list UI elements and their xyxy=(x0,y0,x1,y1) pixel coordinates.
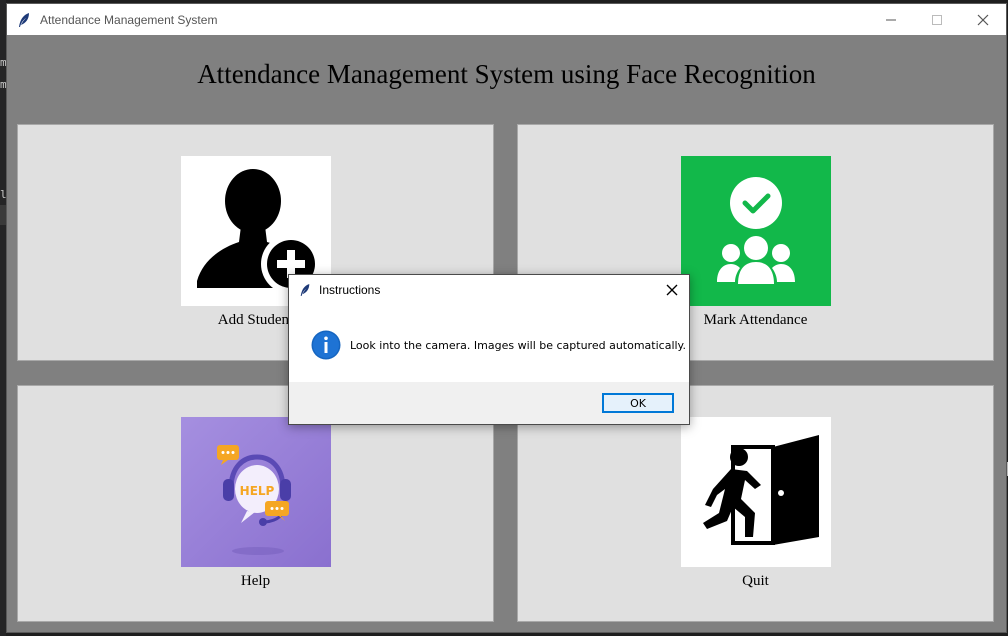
ok-button[interactable]: OK xyxy=(602,393,674,413)
feather-icon xyxy=(300,284,310,296)
page-title: Attendance Management System using Face … xyxy=(197,59,816,89)
dialog-body: Look into the camera. Images will be cap… xyxy=(289,305,689,383)
dialog-footer: OK xyxy=(289,382,689,424)
exit-door-icon[interactable] xyxy=(681,417,831,567)
close-icon xyxy=(666,284,678,296)
help-headset-icon[interactable]: HELP xyxy=(181,417,331,567)
window-titlebar[interactable]: Attendance Management System xyxy=(7,4,1006,35)
help-label: Help xyxy=(240,573,271,589)
dialog-titlebar[interactable]: Instructions xyxy=(289,275,689,305)
maximize-icon xyxy=(932,14,942,25)
instructions-dialog: Instructions Look into the camera. Image… xyxy=(288,274,690,425)
minimize-button[interactable] xyxy=(868,4,914,35)
dialog-message: Look into the camera. Images will be cap… xyxy=(350,339,686,352)
dialog-title: Instructions xyxy=(319,283,381,297)
window-title: Attendance Management System xyxy=(40,12,218,27)
close-icon xyxy=(977,14,989,25)
help-badge-text: HELP xyxy=(240,484,275,498)
quit-label: Quit xyxy=(742,573,769,589)
info-icon xyxy=(311,330,341,360)
maximize-button[interactable] xyxy=(914,4,960,35)
feather-icon xyxy=(19,12,29,27)
close-button[interactable] xyxy=(960,4,1006,35)
group-check-icon[interactable] xyxy=(681,156,831,306)
minimize-icon xyxy=(886,19,896,20)
dialog-close-button[interactable] xyxy=(661,279,683,301)
